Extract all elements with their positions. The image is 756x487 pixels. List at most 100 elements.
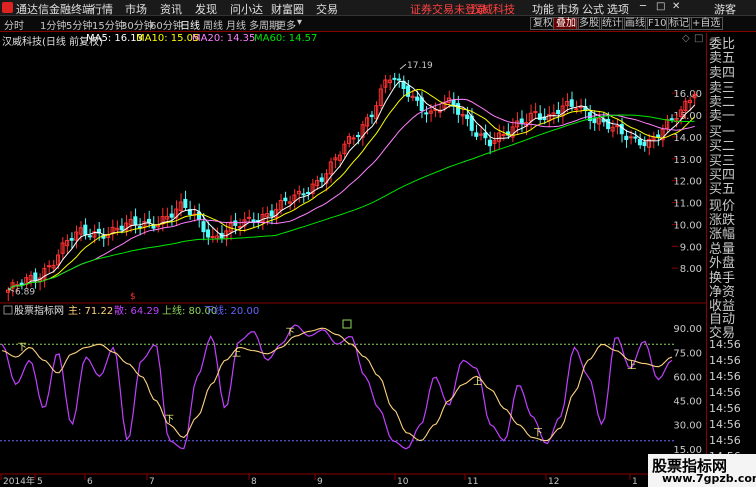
price-annotations: 17.19 6.89 $: [7, 61, 433, 302]
min-button[interactable]: ─: [640, 1, 646, 12]
candlestick-series: [6, 72, 697, 301]
add-watchlist-button[interactable]: +自选: [689, 17, 724, 30]
indicator-lines: 下下下下上上上: [1, 319, 673, 450]
candle-body: [87, 235, 92, 238]
price-tick-label-6: 10.00: [673, 220, 702, 231]
chevron-down-icon[interactable]: ▾: [297, 17, 302, 28]
candle-body: [146, 218, 151, 223]
buy-marker-2: 上: [627, 360, 636, 371]
indicator-toggle-icon: [3, 305, 13, 315]
menu-market[interactable]: 市场: [125, 1, 147, 17]
trade-time-3: 14:56: [709, 386, 741, 399]
date-label-9: 1: [632, 477, 638, 487]
secondary-line: [1, 324, 673, 450]
trade-time-2: 14:56: [709, 370, 741, 383]
date-label-4: 8: [251, 477, 257, 487]
candle-body: [578, 106, 583, 109]
candle-body: [569, 99, 574, 107]
sell-marker-2: 下: [286, 328, 295, 338]
indicator-tick-label-3: 45.00: [673, 397, 702, 408]
period-5min[interactable]: 5分钟: [66, 17, 92, 32]
candle-body: [137, 226, 142, 229]
period-weekly[interactable]: 周线: [203, 17, 223, 32]
candle-body: [474, 132, 479, 137]
candle-body: [392, 77, 397, 80]
chart-area[interactable]: 16.0015.0014.0013.0012.0011.0010.009.008…: [0, 33, 706, 487]
sell-marker-0: 下: [18, 343, 27, 353]
date-label-3: 7: [149, 477, 155, 487]
stock-name-top: 汉威科技: [471, 3, 515, 16]
candle-body: [351, 137, 356, 140]
app-logo-icon: [2, 2, 13, 13]
menu-wealth[interactable]: 财富圈: [271, 1, 304, 17]
date-label-1: 5: [37, 477, 43, 487]
ma60-line: [7, 114, 695, 291]
candle-body: [637, 138, 642, 146]
period-more[interactable]: 更多: [276, 17, 296, 32]
candle-body: [283, 197, 288, 202]
indicator-tick-label-2: 60.00: [673, 372, 702, 383]
period-1min[interactable]: 1分钟: [40, 17, 66, 32]
buy-marker-0: 上: [232, 348, 241, 359]
max-button[interactable]: □: [656, 1, 665, 12]
trade-time-6: 14:56: [709, 434, 741, 447]
sell-marker-3: 下: [533, 428, 542, 438]
date-label-0: 2014年: [3, 475, 35, 487]
candle-body: [556, 109, 561, 115]
candle-body: [669, 118, 674, 121]
period-monthly[interactable]: 月线: [226, 17, 246, 32]
indicator-tick-label-1: 75.00: [673, 348, 702, 359]
candle-body: [615, 125, 620, 128]
menu-function[interactable]: 功能: [532, 1, 554, 17]
high-pointer: [399, 63, 407, 70]
period-60min[interactable]: 60分钟: [150, 17, 183, 32]
menu-quotes[interactable]: 行情: [91, 1, 113, 17]
candle-body: [301, 193, 306, 196]
candle-body: [183, 198, 188, 208]
candle-body: [119, 225, 124, 231]
period-multi[interactable]: 多周期: [249, 17, 279, 32]
candle-body: [201, 221, 206, 233]
menu-formula[interactable]: 公式: [582, 1, 604, 17]
menu-discover[interactable]: 发现: [195, 1, 217, 17]
candle-body: [69, 238, 74, 241]
menu-ask[interactable]: 问小达: [230, 1, 263, 17]
date-label-7: 11: [467, 477, 478, 487]
period-daily[interactable]: 日线: [180, 17, 200, 32]
ma20-line: [7, 98, 695, 291]
date-axis: 2014年5678910111212: [0, 474, 697, 487]
candle-body: [487, 139, 492, 147]
period-30min[interactable]: 30分钟: [121, 17, 154, 32]
period-intraday[interactable]: 分时: [4, 17, 24, 32]
indicator-title: 股票指标网: [14, 304, 64, 317]
price-tick-label-8: 8.00: [680, 264, 702, 275]
candle-body: [306, 191, 311, 194]
menu-trade[interactable]: 交易: [316, 1, 338, 17]
candle-body: [642, 141, 647, 147]
trade-time-1: 14:56: [709, 354, 741, 367]
menu-options[interactable]: 选项: [607, 1, 629, 17]
candle-body: [19, 282, 24, 286]
watermark-url: www.7gpzb.com: [662, 472, 756, 485]
candle-body: [396, 78, 402, 81]
trade-time-5: 14:56: [709, 418, 741, 431]
close-button[interactable]: ✕: [672, 1, 680, 12]
watermark: 股票指标网 www.7gpzb.com: [648, 454, 756, 487]
guest-label[interactable]: 游客: [714, 1, 736, 17]
period-15min[interactable]: 15分钟: [92, 17, 125, 32]
signal-box-icon: [342, 319, 352, 329]
price-tick-label-2: 14.00: [673, 133, 702, 144]
menu-news[interactable]: 资讯: [160, 1, 182, 17]
candle-body: [33, 272, 38, 282]
price-tick-label-5: 11.00: [673, 199, 702, 210]
candle-body: [46, 265, 51, 268]
low-label: 6.89: [15, 287, 35, 297]
candle-body: [369, 114, 374, 118]
menu-market-right[interactable]: 市场: [557, 1, 579, 17]
candle-body: [233, 220, 238, 226]
candle-body: [83, 224, 88, 235]
period-toolbar: 分时 1分钟 5分钟 15分钟 30分钟 60分钟 日线 周线 月线 多周期 更…: [0, 16, 756, 32]
trade-time-0: 14:56: [709, 338, 741, 351]
trade-time-4: 14:56: [709, 402, 741, 415]
candle-body: [319, 177, 324, 182]
